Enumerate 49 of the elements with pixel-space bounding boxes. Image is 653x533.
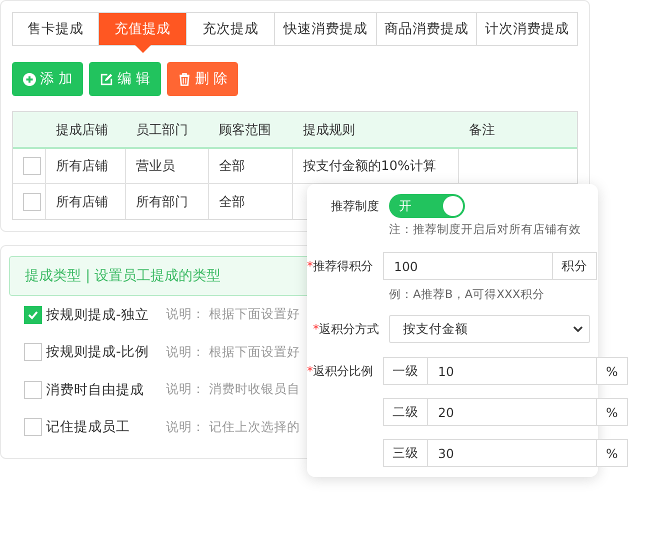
- row-checkbox[interactable]: [23, 192, 41, 210]
- column-header: 提成店铺: [56, 122, 108, 138]
- column-header: 提成规则: [303, 122, 355, 138]
- type-description: 说明： 根据下面设置好: [166, 306, 300, 324]
- type-description: 说明： 记住上次选择的: [166, 418, 300, 436]
- column-header: 顾客范围: [219, 122, 271, 138]
- plus-circle-icon: [23, 72, 36, 86]
- table-cell-text: 营业员: [136, 158, 175, 175]
- field-label: *推荐得积分: [307, 258, 374, 275]
- table-cell-text: 全部: [219, 194, 245, 210]
- table-cell-text: 所有店铺: [56, 194, 108, 210]
- unit-label: %: [597, 357, 628, 385]
- type-label: 按规则提成-独立: [46, 306, 150, 324]
- checkmark-icon: [27, 308, 39, 321]
- ratio-input[interactable]: 10: [427, 357, 597, 385]
- column-header: 备注: [469, 122, 495, 138]
- points-input[interactable]: 100: [383, 252, 553, 280]
- unit-label: %: [597, 398, 628, 426]
- column-header: 员工部门: [136, 122, 188, 138]
- row-checkbox[interactable]: [23, 157, 41, 175]
- table-cell-text: 全部: [219, 158, 245, 175]
- type-label: 记住提成员工: [46, 418, 131, 436]
- level-label: 三级: [383, 439, 427, 467]
- method-select[interactable]: 按支付金额: [389, 315, 590, 343]
- type-checkbox[interactable]: [24, 380, 42, 399]
- level-label: 一级: [383, 357, 427, 385]
- tab-pointer: [134, 45, 150, 53]
- field-label: *返积分比例: [307, 363, 374, 380]
- type-description: 说明： 消费时收银员自: [166, 381, 300, 398]
- unit-label: %: [597, 439, 628, 467]
- type-label: 消费时自由提成: [46, 380, 145, 399]
- table-cell-text: 所有店铺: [56, 158, 108, 175]
- ratio-input[interactable]: 30: [427, 439, 597, 467]
- toggle-note: 注：推荐制度开启后对所有店铺有效: [389, 222, 582, 237]
- type-checkbox[interactable]: [24, 306, 42, 324]
- level-label: 二级: [383, 398, 427, 426]
- type-label: 按规则提成-比例: [46, 343, 150, 362]
- type-checkbox[interactable]: [24, 418, 42, 436]
- unit-label: 积分: [553, 252, 597, 280]
- trash-icon: [178, 72, 191, 86]
- chevron-down-icon: [573, 324, 583, 334]
- edit-icon: [100, 72, 114, 86]
- type-checkbox[interactable]: [24, 343, 42, 362]
- type-description: 说明： 根据下面设置好: [166, 344, 300, 361]
- ratio-input[interactable]: 20: [427, 398, 597, 426]
- table-cell-text: 所有部门: [136, 194, 188, 210]
- field-label: 推荐制度: [330, 198, 380, 215]
- table-cell-text: 按支付金额的10%计算: [303, 158, 436, 175]
- field-label: *返积分方式: [312, 321, 380, 338]
